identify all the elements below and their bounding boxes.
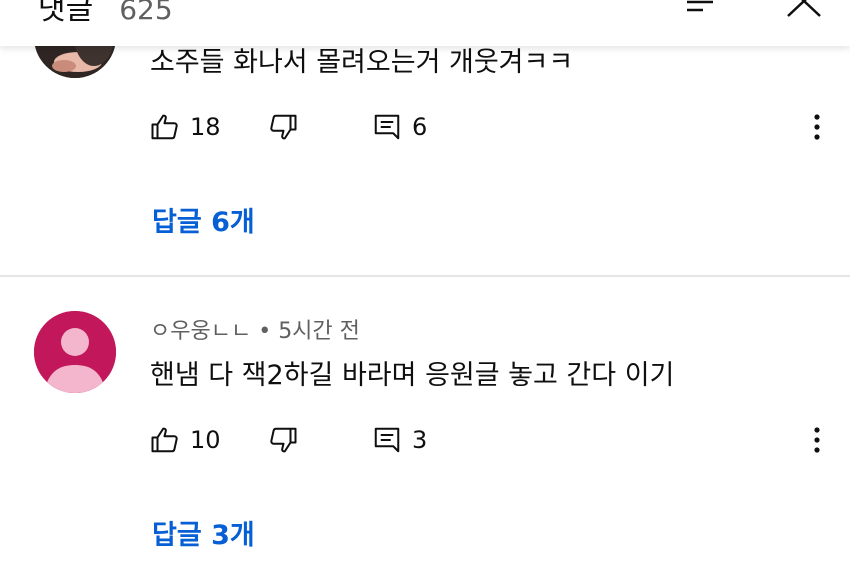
like-count: 18 [190,113,221,141]
thumbs-up-icon [151,114,178,140]
reply-button[interactable]: 3 [372,420,427,460]
like-count: 10 [190,426,221,454]
comment-time: 5시간 전 [278,319,360,344]
comments-title-label: 댓글 [38,0,94,27]
comments-count: 625 [119,0,173,26]
more-vert-icon [814,427,820,453]
reply-icon [374,427,400,453]
close-icon[interactable] [782,0,826,20]
reply-icon [374,114,400,140]
comment-author[interactable]: ㅇ우웅ㄴㄴ [150,319,251,344]
like-button[interactable]: 10 [150,420,221,460]
avatar[interactable] [34,311,116,393]
reply-count: 6 [412,113,428,141]
dislike-button[interactable] [268,107,298,147]
thumbs-down-icon [270,114,297,140]
like-button[interactable]: 18 [150,107,221,147]
meta-separator: • [258,319,272,344]
sort-icon[interactable] [683,0,727,16]
more-options-button[interactable] [800,107,834,147]
comments-title: 댓글 625 [38,0,173,28]
comment-actions: 18 6 [150,107,850,147]
reply-button[interactable]: 6 [372,107,427,147]
avatar-default-person [34,311,116,393]
view-replies-link[interactable]: 답글 3개 [152,513,255,552]
more-options-button[interactable] [800,420,834,460]
comment-item: ㅇ우웅ㄴㄴ • 5시간 전 핸냄 다 잭2하길 바라며 응원글 놓고 간다 이기… [0,277,850,576]
view-replies-link[interactable]: 답글 6개 [152,200,255,239]
thumbs-down-icon [270,427,297,453]
reply-count: 3 [412,426,428,454]
dislike-button[interactable] [268,420,298,460]
comments-header: 댓글 625 [0,0,850,46]
more-vert-icon [814,114,820,140]
thumbs-up-icon [151,427,178,453]
comment-text: 핸냄 다 잭2하길 바라며 응원글 놓고 간다 이기 [150,360,675,391]
comment-author-line: ㅇ우웅ㄴㄴ • 5시간 전 [150,313,360,345]
comment-actions: 10 3 [150,420,850,460]
